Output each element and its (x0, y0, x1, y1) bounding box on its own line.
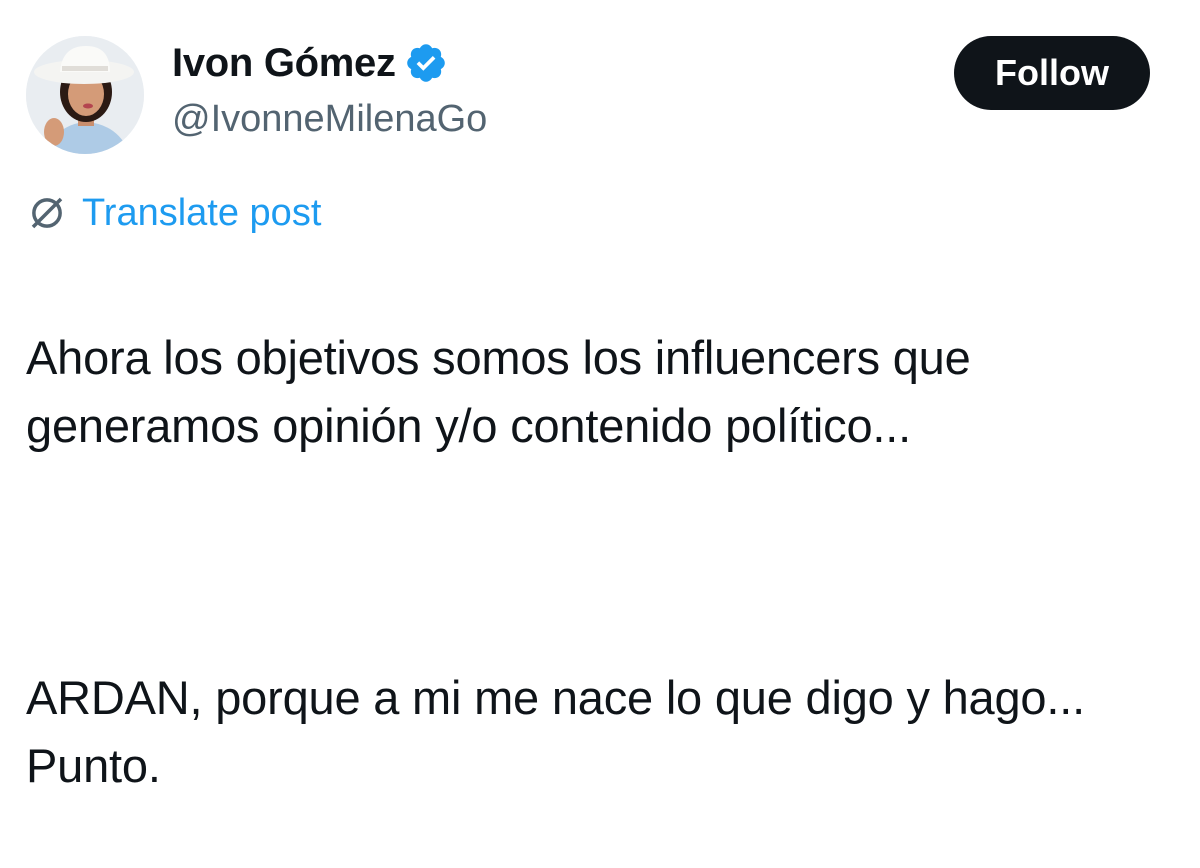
translate-post-link[interactable]: Translate post (82, 192, 321, 235)
avatar-image (26, 36, 144, 154)
display-name[interactable]: Ivon Gómez (172, 41, 396, 86)
post-paragraph: ARDAN, porque a mi me nace lo que digo y… (26, 671, 1085, 792)
author-identity: Ivon Gómez @IvonneMilenaGo (172, 36, 487, 141)
user-handle[interactable]: @IvonneMilenaGo (172, 98, 487, 141)
name-row: Ivon Gómez (172, 36, 487, 90)
avatar[interactable] (26, 36, 144, 154)
verified-badge-icon (404, 41, 448, 85)
translate-post[interactable]: Translate post (26, 188, 321, 238)
post-paragraph: Ahora los objetivos somos los influencer… (26, 331, 971, 452)
follow-button[interactable]: Follow (954, 36, 1150, 110)
globe-slash-icon (26, 192, 68, 234)
post-header: Ivon Gómez @IvonneMilenaGo Follow (26, 36, 1150, 156)
post-text: Ahora los objetivos somos los influencer… (26, 256, 1166, 868)
